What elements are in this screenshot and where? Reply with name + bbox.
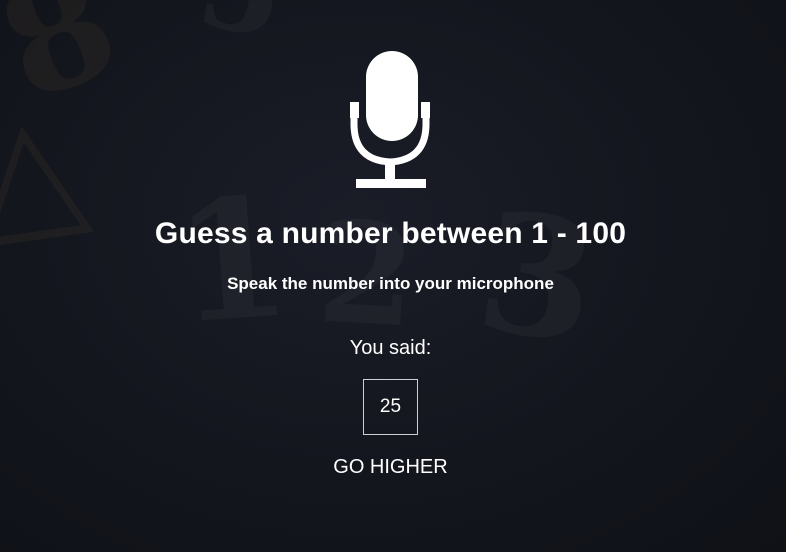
page-title: Guess a number between 1 - 100 xyxy=(154,217,627,250)
spoken-number-value: 25 xyxy=(379,396,402,417)
microphone-icon xyxy=(348,50,432,190)
game-container: Guess a number between 1 - 100 Speak the… xyxy=(0,0,786,552)
feedback-message: GO HIGHER xyxy=(333,456,448,478)
spoken-number-box: 25 xyxy=(363,379,418,435)
instruction-text: Speak the number into your microphone xyxy=(227,274,554,293)
you-said-label: You said: xyxy=(349,337,432,359)
